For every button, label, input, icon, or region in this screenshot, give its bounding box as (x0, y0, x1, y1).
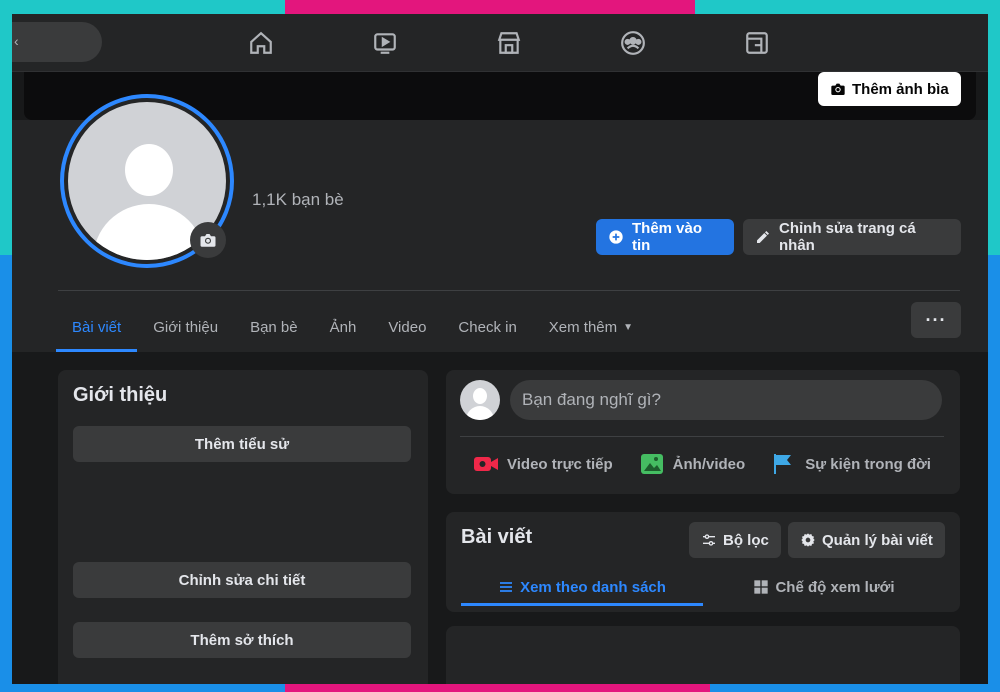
composer-actions: Video trực tiếp Ảnh/video Sự kiện trong … (460, 444, 944, 484)
back-arrow-icon[interactable]: ‹ (14, 33, 19, 49)
avatar-silhouette (125, 144, 173, 196)
sliders-icon (703, 534, 715, 546)
header-divider (58, 290, 960, 291)
frame-decoration (710, 684, 1000, 692)
photo-video-label: Ảnh/video (672, 455, 746, 473)
tab-videos[interactable]: Video (372, 302, 442, 352)
live-video-icon (474, 457, 499, 471)
edit-details-button[interactable]: Chỉnh sửa chi tiết (73, 562, 411, 598)
tab-posts[interactable]: Bài viết (56, 302, 138, 352)
frame-decoration (285, 0, 695, 14)
life-event-label: Sự kiện trong đời (805, 455, 931, 473)
edit-profile-button[interactable]: Chỉnh sửa trang cá nhân (743, 219, 961, 255)
posts-header-card: Bài viết Bộ lọc Quản lý bài viết Xem the… (446, 512, 960, 612)
live-video-label: Video trực tiếp (507, 455, 613, 473)
whats-on-your-mind-input[interactable]: Bạn đang nghĩ gì? (510, 380, 942, 420)
tab-more[interactable]: Xem thêm ▼ (533, 302, 649, 352)
intro-card: Giới thiệu Thêm tiểu sử Chỉnh sửa chi ti… (58, 370, 428, 684)
tab-friends[interactable]: Bạn bè (234, 302, 314, 352)
tab-checkins[interactable]: Check in (442, 302, 532, 352)
pencil-icon (757, 231, 769, 243)
facebook-profile-screen: ‹ Thêm ảnh bìa 1,1K bạn bè Thêm vào tin … (12, 14, 988, 684)
frame-decoration (988, 0, 1000, 255)
gear-icon (801, 533, 815, 547)
camera-icon (831, 83, 845, 95)
frame-decoration (695, 0, 1000, 14)
grid-view-label: Chế độ xem lưới (775, 578, 895, 596)
add-bio-button[interactable]: Thêm tiểu sử (73, 426, 411, 462)
filter-label: Bộ lọc (723, 531, 769, 549)
more-options-button[interactable]: ··· (911, 302, 961, 338)
photo-video-button[interactable]: Ảnh/video (639, 452, 746, 476)
add-to-story-label: Thêm vào tin (632, 220, 703, 254)
list-icon (500, 582, 513, 592)
caret-down-icon: ▼ (623, 321, 634, 333)
add-cover-photo-label: Thêm ảnh bìa (852, 80, 949, 98)
update-avatar-button[interactable] (190, 222, 226, 258)
frame-decoration (0, 255, 12, 692)
camera-icon (200, 234, 216, 247)
avatar[interactable] (460, 380, 500, 420)
life-event-button[interactable]: Sự kiện trong đời (771, 452, 931, 476)
grid-view-tab[interactable]: Chế độ xem lưới (703, 568, 945, 606)
frame-decoration (285, 684, 710, 692)
profile-tabs: Bài viết Giới thiệu Bạn bè Ảnh Video Che… (56, 302, 649, 352)
tab-about[interactable]: Giới thiệu (137, 302, 234, 352)
add-to-story-button[interactable]: Thêm vào tin (596, 219, 734, 255)
watch-icon[interactable] (370, 28, 400, 58)
gaming-icon[interactable] (742, 28, 772, 58)
list-view-label: Xem theo danh sách (520, 578, 666, 596)
manage-posts-label: Quản lý bài viết (822, 531, 933, 549)
live-video-button[interactable]: Video trực tiếp (473, 452, 613, 476)
edit-profile-label: Chỉnh sửa trang cá nhân (779, 220, 916, 254)
frame-decoration (0, 0, 285, 14)
composer-divider (460, 436, 944, 437)
top-navigation-bar: ‹ (12, 14, 988, 72)
groups-icon[interactable] (618, 28, 648, 58)
add-cover-photo-button[interactable]: Thêm ảnh bìa (818, 72, 961, 106)
tab-photos[interactable]: Ảnh (314, 302, 373, 352)
photo-icon (640, 454, 663, 474)
flag-icon (774, 454, 792, 474)
friends-count[interactable]: 1,1K bạn bè (252, 190, 344, 210)
list-view-tab[interactable]: Xem theo danh sách (461, 568, 703, 606)
add-hobbies-button[interactable]: Thêm sở thích (73, 622, 411, 658)
marketplace-icon[interactable] (494, 28, 524, 58)
grid-icon (754, 580, 769, 594)
post-composer: Bạn đang nghĩ gì? Video trực tiếp Ảnh/vi… (446, 370, 960, 494)
tab-more-label: Xem thêm (548, 318, 618, 336)
intro-title: Giới thiệu (73, 384, 168, 406)
frame-decoration (988, 255, 1000, 692)
home-icon[interactable] (246, 28, 276, 58)
frame-decoration (0, 684, 285, 692)
view-mode-tabs: Xem theo danh sách Chế độ xem lưới (461, 568, 945, 606)
frame-decoration (0, 0, 12, 255)
filter-button[interactable]: Bộ lọc (689, 522, 781, 558)
manage-posts-button[interactable]: Quản lý bài viết (788, 522, 945, 558)
posts-title: Bài viết (461, 526, 533, 548)
plus-circle-icon (609, 230, 623, 244)
search-input[interactable]: ‹ (12, 22, 102, 62)
feed-post-card (446, 626, 960, 684)
